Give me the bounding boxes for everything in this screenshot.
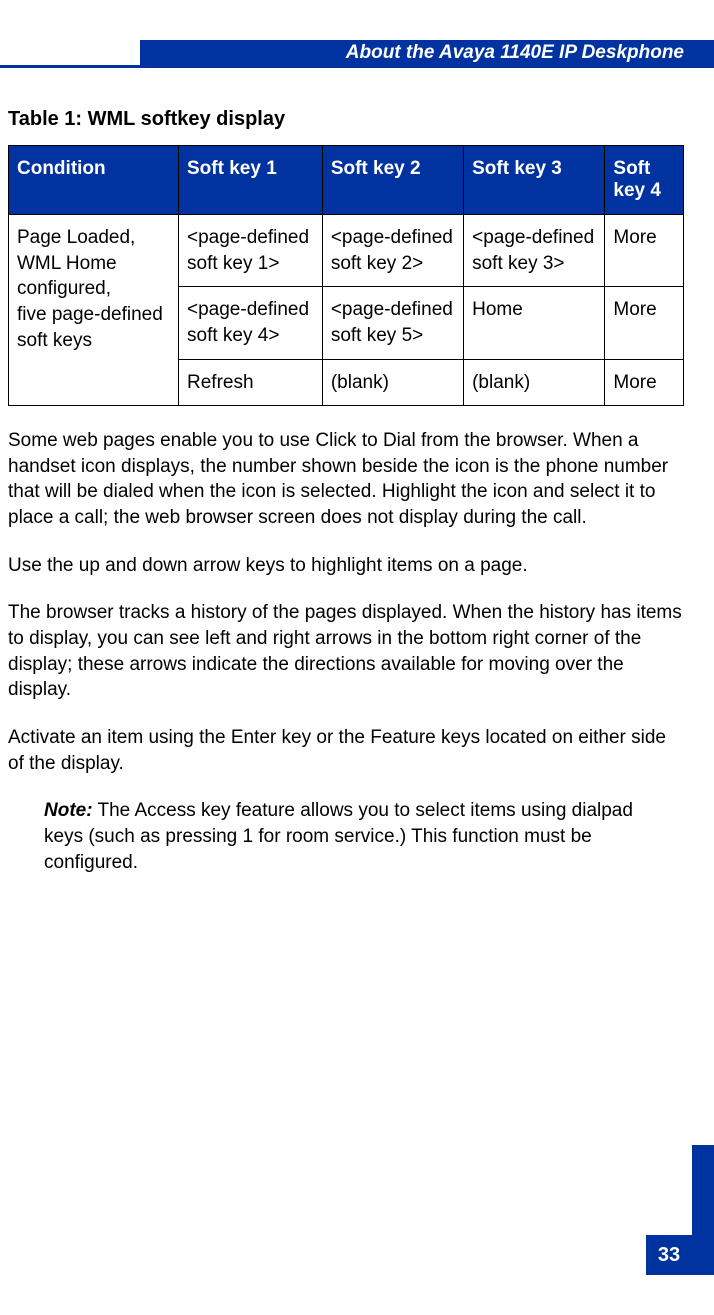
page-content: Table 1: WML softkey display Condition S…: [0, 68, 714, 875]
th-sk3: Soft key 3: [464, 146, 605, 215]
header-title: About the Avaya 1140E IP Deskphone: [140, 40, 714, 68]
th-sk4: Soft key 4: [605, 146, 684, 215]
table-title: Table 1: WML softkey display: [8, 108, 684, 131]
cell: <page-defined soft key 1>: [179, 215, 323, 287]
cell: Refresh: [179, 359, 323, 406]
cell: <page-defined soft key 3>: [464, 215, 605, 287]
cell: More: [605, 215, 684, 287]
header-left-gap: [0, 40, 140, 68]
th-condition: Condition: [9, 146, 179, 215]
note-label: Note:: [44, 800, 93, 821]
page-footer: 33: [646, 1145, 714, 1275]
cell: More: [605, 287, 684, 359]
note-text: The Access key feature allows you to sel…: [44, 800, 633, 872]
paragraph: Some web pages enable you to use Click t…: [8, 428, 684, 531]
table-row: Page Loaded, WML Home configured, five p…: [9, 215, 684, 287]
cell: (blank): [464, 359, 605, 406]
paragraph: Use the up and down arrow keys to highli…: [8, 553, 684, 579]
paragraph: The browser tracks a history of the page…: [8, 600, 684, 703]
cell: (blank): [322, 359, 463, 406]
paragraph: Activate an item using the Enter key or …: [8, 725, 684, 776]
cell: <page-defined soft key 5>: [322, 287, 463, 359]
page-header: About the Avaya 1140E IP Deskphone: [0, 40, 714, 68]
footer-side-bar: [692, 1145, 714, 1275]
th-sk1: Soft key 1: [179, 146, 323, 215]
cell: <page-defined soft key 2>: [322, 215, 463, 287]
cell: <page-defined soft key 4>: [179, 287, 323, 359]
cell-condition: Page Loaded, WML Home configured, five p…: [9, 215, 179, 406]
th-sk2: Soft key 2: [322, 146, 463, 215]
wml-softkey-table: Condition Soft key 1 Soft key 2 Soft key…: [8, 145, 684, 406]
note-paragraph: Note: The Access key feature allows you …: [8, 798, 684, 875]
page-number: 33: [646, 1235, 692, 1275]
table-header-row: Condition Soft key 1 Soft key 2 Soft key…: [9, 146, 684, 215]
cell: More: [605, 359, 684, 406]
cell: Home: [464, 287, 605, 359]
